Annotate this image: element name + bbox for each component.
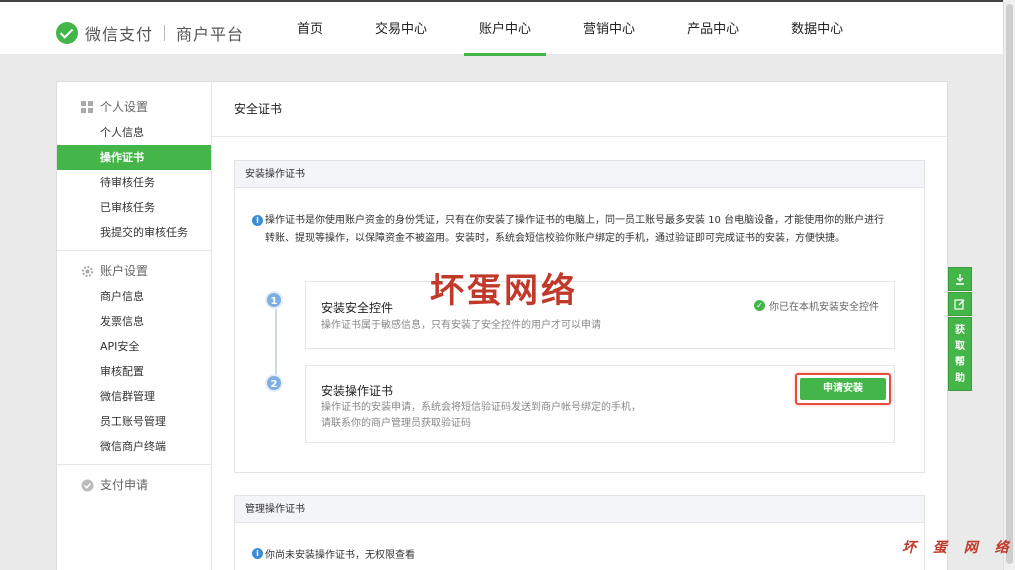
sidebar-group-account: 账户设置: [57, 259, 211, 284]
edit-icon: [954, 299, 965, 310]
watermark: 坏蛋网络: [430, 271, 578, 311]
install-certificate-section: 安装操作证书 i 操作证书是你使用账户资金的身份凭证，只有在你安装了操作证书的电…: [234, 160, 925, 473]
scrollbar-thumb[interactable]: [1006, 4, 1013, 564]
floating-toolbar: 获 取 帮 助: [948, 267, 972, 391]
vertical-scrollbar[interactable]: [1003, 0, 1015, 570]
brand-name: 微信支付: [85, 25, 154, 44]
get-help-button[interactable]: 获 取 帮 助: [948, 317, 972, 391]
info-text-body: 操作证书是你使用账户资金的身份凭证，只有在你安装了操作证书的电脑上，同一员工账号…: [265, 215, 885, 244]
sidebar-group-personal: 个人设置: [57, 95, 211, 120]
sidebar-group-label: 账户设置: [100, 264, 149, 278]
help-char: 获: [955, 325, 965, 336]
info-icon: i: [252, 548, 263, 559]
manage-info-text: 你尚未安装操作证书，无权限查看: [265, 550, 415, 561]
apply-install-button[interactable]: 申请安装: [800, 378, 886, 400]
help-char: 帮: [955, 357, 965, 368]
sidebar-divider: [57, 464, 211, 465]
gear-icon: [82, 266, 93, 277]
main-nav: 首页 交易中心 账户中心 营销中心 产品中心 数据中心: [282, 2, 880, 56]
logo-divider: [164, 25, 166, 41]
step-desc-line-1: 操作证书的安装申请，系统会将短信验证码发送到商户帐号绑定的手机，: [321, 402, 641, 413]
content-area: 安全证书 安装操作证书 i 操作证书是你使用账户资金的身份凭证，只有在你安装了操…: [212, 82, 947, 570]
step-number-2: 2: [265, 374, 283, 392]
apply-button-highlight: 申请安装: [795, 373, 891, 405]
page-title: 安全证书: [212, 82, 947, 137]
manage-certificate-section: 管理操作证书 i 你尚未安装操作证书，无权限查看: [234, 495, 925, 570]
sidebar-item-pending-tasks[interactable]: 待审核任务: [57, 170, 211, 195]
sidebar-item-merchant-terminal[interactable]: 微信商户终端: [57, 434, 211, 459]
corner-watermark: 坏 蛋 网 络: [902, 540, 1015, 556]
sidebar-item-invoice-info[interactable]: 发票信息: [57, 309, 211, 334]
logo[interactable]: 微信支付 商户平台: [56, 21, 244, 45]
sidebar-item-reviewed-tasks[interactable]: 已审核任务: [57, 195, 211, 220]
payment-icon: [81, 479, 94, 492]
nav-marketing[interactable]: 营销中心: [568, 2, 650, 54]
section-heading: 安装操作证书: [235, 161, 924, 188]
nav-account[interactable]: 账户中心: [464, 2, 547, 56]
download-icon: [956, 274, 964, 285]
sidebar-item-review-config[interactable]: 审核配置: [57, 359, 211, 384]
sidebar-item-merchant-info[interactable]: 商户信息: [57, 284, 211, 309]
manage-info: i 你尚未安装操作证书，无权限查看: [252, 546, 415, 561]
step-desc-line-2: 请联系你的商户管理员获取验证码: [321, 418, 471, 429]
section-heading: 管理操作证书: [235, 496, 924, 523]
nav-home[interactable]: 首页: [282, 2, 338, 54]
info-text: i 操作证书是你使用账户资金的身份凭证，只有在你安装了操作证书的电脑上，同一员工…: [252, 212, 890, 248]
nav-data[interactable]: 数据中心: [776, 2, 858, 54]
sidebar-divider: [57, 250, 211, 251]
help-char: 助: [955, 373, 965, 384]
nav-product[interactable]: 产品中心: [672, 2, 754, 54]
sidebar-group-payment-apply[interactable]: 支付申请: [57, 473, 211, 498]
sidebar-item-personal-info[interactable]: 个人信息: [57, 120, 211, 145]
help-char: 取: [955, 341, 965, 352]
step-title: 安装安全控件: [321, 301, 394, 315]
brand-sub: 商户平台: [176, 25, 245, 44]
check-icon: ✓: [754, 300, 765, 311]
sidebar-item-certificate[interactable]: 操作证书: [57, 145, 211, 170]
step-number-1: 1: [265, 291, 283, 309]
download-button[interactable]: [948, 267, 972, 291]
top-bar: 微信支付 商户平台 首页 交易中心 账户中心 营销中心 产品中心 数据中心: [0, 0, 1003, 56]
sidebar-item-api-security[interactable]: API安全: [57, 334, 211, 359]
grid-icon: [81, 101, 93, 113]
sidebar-item-staff-accounts[interactable]: 员工账号管理: [57, 409, 211, 434]
status-text: 你已在本机安装安全控件: [769, 302, 879, 313]
feedback-button[interactable]: [948, 292, 972, 316]
sidebar: 个人设置 个人信息 操作证书 待审核任务 已审核任务 我提交的审核任务 账户设置…: [57, 82, 212, 570]
info-icon: i: [252, 215, 263, 226]
step-title: 安装操作证书: [321, 384, 394, 398]
nav-trade[interactable]: 交易中心: [360, 2, 442, 54]
sidebar-item-wechat-group[interactable]: 微信群管理: [57, 384, 211, 409]
wechat-pay-logo-icon: [56, 22, 78, 44]
step-card-install-certificate: 安装操作证书 操作证书的安装申请，系统会将短信验证码发送到商户帐号绑定的手机， …: [305, 365, 895, 443]
sidebar-item-submitted-tasks[interactable]: 我提交的审核任务: [57, 220, 211, 245]
main-panel: 个人设置 个人信息 操作证书 待审核任务 已审核任务 我提交的审核任务 账户设置…: [56, 81, 948, 570]
sidebar-group-label: 个人设置: [100, 100, 149, 114]
install-status: ✓ 你已在本机安装安全控件: [754, 298, 879, 313]
step-card-install-control: 安装安全控件 操作证书属于敏感信息，只有安装了安全控件的用户才可以申请 ✓ 你已…: [305, 281, 895, 349]
step-desc: 操作证书属于敏感信息，只有安装了安全控件的用户才可以申请: [321, 320, 601, 331]
sidebar-group-label: 支付申请: [100, 478, 149, 492]
